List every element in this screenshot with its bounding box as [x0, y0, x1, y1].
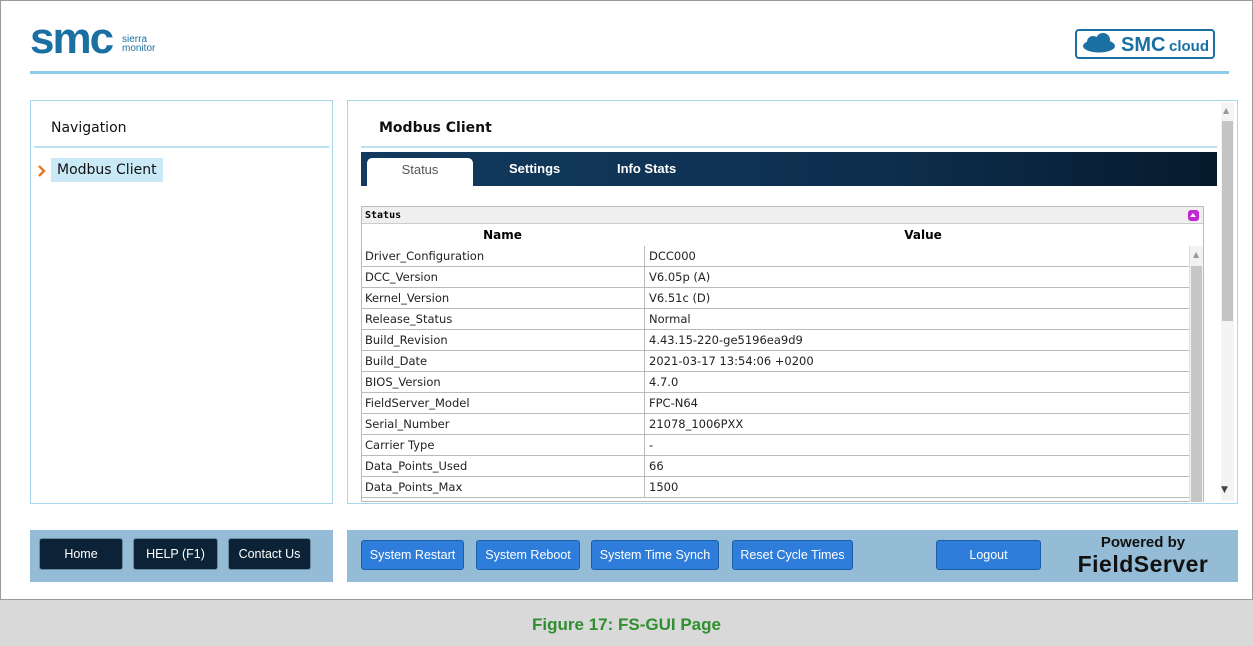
row-value: V6.05p (A) — [649, 270, 711, 284]
contact-us-button[interactable]: Contact Us — [228, 538, 311, 570]
caption-bar: Figure 17: FS-GUI Page — [0, 599, 1253, 646]
page-title: Modbus Client — [379, 120, 492, 136]
table-row: Build_Revision 4.43.15-220-ge5196ea9d9 — [362, 330, 1189, 351]
tab-info-stats[interactable]: Info Stats — [617, 158, 676, 186]
scroll-down-icon[interactable]: ▼ — [1221, 485, 1228, 495]
row-name: Kernel_Version — [365, 291, 450, 305]
row-value: FPC-N64 — [649, 396, 698, 410]
status-table: Status Name Value Driver_Configuration DC… — [361, 206, 1204, 502]
column-header-value: Value — [904, 228, 942, 242]
header-divider — [30, 71, 1229, 74]
smc-cloud-button[interactable]: SMC cloud — [1075, 29, 1215, 59]
navigation-title: Navigation — [51, 120, 127, 136]
row-value: 4.7.0 — [649, 375, 679, 389]
main-panel: Modbus Client Status Settings Info Stats… — [347, 100, 1238, 504]
row-name: Data_Points_Used — [365, 459, 468, 473]
table-scroll-thumb[interactable] — [1191, 266, 1202, 502]
row-value: 2021-03-17 13:54:06 +0200 — [649, 354, 814, 368]
powered-by-text: Powered by — [1100, 534, 1186, 551]
smc-logo: smc sierra monitor — [30, 14, 180, 63]
row-name: Driver_Configuration — [365, 249, 485, 263]
collapse-icon[interactable] — [1188, 210, 1199, 221]
row-name: Carrier Type — [365, 438, 435, 452]
status-rows: Driver_Configuration DCC000 DCC_Version V6… — [362, 246, 1189, 502]
nav-item-modbus-client[interactable]: Modbus Client — [51, 158, 163, 182]
status-table-title: Status — [365, 210, 402, 221]
system-restart-button[interactable]: System Restart — [361, 540, 464, 570]
table-row: DCC_Version V6.05p (A) — [362, 267, 1189, 288]
table-scrollbar[interactable]: ▲ — [1189, 246, 1203, 502]
row-value: Normal — [649, 312, 691, 326]
help-button[interactable]: HELP (F1) — [133, 538, 218, 570]
svg-text:monitor: monitor — [122, 43, 156, 54]
row-name: Build_Date — [365, 354, 428, 368]
row-name: FieldServer_Model — [365, 396, 470, 410]
row-value: 21078_1006PXX — [649, 417, 744, 431]
table-row: Driver_Configuration DCC000 — [362, 246, 1189, 267]
table-row: Serial_Number 21078_1006PXX — [362, 414, 1189, 435]
table-row: Release_Status Normal — [362, 309, 1189, 330]
table-row: Build_Date 2021-03-17 13:54:06 +0200 — [362, 351, 1189, 372]
svg-text:SMC: SMC — [1121, 34, 1165, 56]
chevron-right-icon — [37, 162, 47, 181]
tab-status[interactable]: Status — [367, 158, 473, 186]
table-row: Kernel_Version V6.51c (D) — [362, 288, 1189, 309]
table-row: BIOS_Version 4.7.0 — [362, 372, 1189, 393]
table-row: Data_Points_Max 1500 — [362, 477, 1189, 498]
svg-text:smc: smc — [30, 20, 114, 60]
reset-cycle-times-button[interactable]: Reset Cycle Times — [732, 540, 853, 570]
main-divider — [361, 146, 1217, 148]
row-name: Serial_Number — [365, 417, 450, 431]
row-name: Release_Status — [365, 312, 453, 326]
row-value: - — [649, 438, 654, 452]
system-time-synch-button[interactable]: System Time Synch — [591, 540, 719, 570]
table-row: Carrier Type - — [362, 435, 1189, 456]
powered-by-fieldserver-logo: Powered by FieldServer — [1068, 534, 1218, 577]
svg-text:cloud: cloud — [1169, 38, 1209, 55]
navigation-panel: Navigation Modbus Client — [30, 100, 333, 504]
figure-caption: Figure 17: FS-GUI Page — [532, 615, 721, 634]
row-value: 1500 — [649, 480, 679, 494]
logout-button[interactable]: Logout — [936, 540, 1041, 570]
row-value: DCC000 — [649, 249, 696, 263]
cloud-icon — [1083, 33, 1115, 53]
page-scroll-thumb[interactable] — [1222, 121, 1233, 321]
row-value: V6.51c (D) — [649, 291, 711, 305]
table-row: Data_Points_Used 66 — [362, 456, 1189, 477]
fieldserver-brand: FieldServer — [1077, 551, 1209, 577]
home-button[interactable]: Home — [39, 538, 123, 570]
page-scrollbar[interactable]: ▲ — [1221, 103, 1234, 501]
row-name: DCC_Version — [365, 270, 438, 284]
row-name: Data_Points_Max — [365, 480, 463, 494]
system-reboot-button[interactable]: System Reboot — [476, 540, 580, 570]
navigation-divider — [34, 146, 329, 148]
table-row: FieldServer_Model FPC-N64 — [362, 393, 1189, 414]
row-value: 4.43.15-220-ge5196ea9d9 — [649, 333, 803, 347]
row-name: Build_Revision — [365, 333, 448, 347]
tab-settings[interactable]: Settings — [509, 158, 560, 186]
row-value: 66 — [649, 459, 664, 473]
tab-bar: Status Settings Info Stats — [361, 152, 1217, 186]
row-name: BIOS_Version — [365, 375, 441, 389]
scroll-up-icon[interactable]: ▲ — [1193, 250, 1199, 259]
column-header-name: Name — [483, 228, 522, 242]
scroll-up-icon[interactable]: ▲ — [1223, 106, 1229, 115]
status-table-header: Status — [362, 207, 1203, 224]
